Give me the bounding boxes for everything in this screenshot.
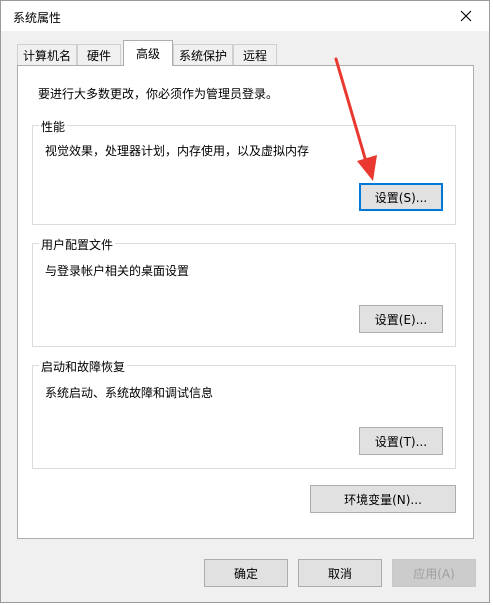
tab-system-protection[interactable]: 系统保护 [173, 44, 233, 65]
advanced-tab-panel: 要进行大多数更改，你必须作为管理员登录。 性能 视觉效果，处理器计划，内存使用，… [17, 65, 474, 539]
window-title: 系统属性 [13, 11, 62, 25]
user-profiles-group: 用户配置文件 与登录帐户相关的桌面设置 设置(E)... [32, 236, 456, 347]
tab-computer-name[interactable]: 计算机名 [17, 44, 77, 65]
close-button[interactable] [443, 1, 489, 31]
startup-recovery-settings-button[interactable]: 设置(T)... [359, 427, 443, 455]
tab-advanced[interactable]: 高级 [123, 40, 173, 66]
tab-hardware[interactable]: 硬件 [77, 44, 121, 65]
performance-description: 视觉效果，处理器计划，内存使用，以及虚拟内存 [45, 144, 310, 158]
admin-notice: 要进行大多数更改，你必须作为管理员登录。 [38, 87, 279, 101]
user-profiles-settings-button[interactable]: 设置(E)... [359, 305, 443, 333]
startup-recovery-group-title: 启动和故障恢复 [39, 358, 128, 375]
system-properties-dialog: 系统属性 计算机名 硬件 高级 系统保护 远程 要进行大多数更改，你必须作为管理… [0, 0, 490, 603]
performance-group: 性能 视觉效果，处理器计划，内存使用，以及虚拟内存 设置(S)... [32, 118, 456, 225]
close-icon [460, 10, 472, 22]
user-profiles-description: 与登录帐户相关的桌面设置 [45, 264, 190, 278]
startup-recovery-group: 启动和故障恢复 系统启动、系统故障和调试信息 设置(T)... [32, 358, 456, 469]
ok-button[interactable]: 确定 [204, 559, 288, 587]
title-bar: 系统属性 [1, 1, 489, 31]
user-profiles-group-title: 用户配置文件 [39, 236, 116, 253]
performance-settings-button[interactable]: 设置(S)... [359, 183, 443, 211]
cancel-button[interactable]: 取消 [298, 559, 382, 587]
apply-button[interactable]: 应用(A) [392, 559, 476, 587]
tab-remote[interactable]: 远程 [233, 44, 277, 65]
environment-variables-button[interactable]: 环境变量(N)... [310, 485, 456, 513]
startup-recovery-description: 系统启动、系统故障和调试信息 [45, 386, 214, 400]
performance-group-title: 性能 [39, 118, 68, 135]
